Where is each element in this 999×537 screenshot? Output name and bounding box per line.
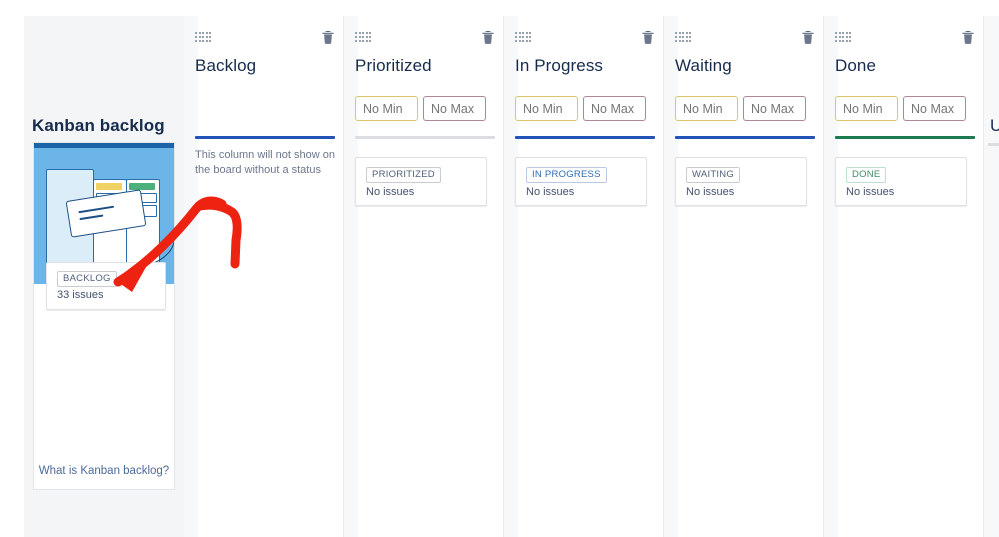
column-toolbar [515,30,655,46]
column-status-bar [515,136,655,139]
wip-limit-row [675,96,815,122]
column-title-partial: U [990,116,999,135]
status-badge: DONE [846,167,887,183]
column-status-bar [195,136,335,139]
board-column-partial[interactable]: U [984,16,999,537]
wip-min-input[interactable] [835,96,898,121]
column-title: Waiting [675,56,732,75]
column-title: In Progress [515,56,604,75]
wip-min-input[interactable] [515,96,578,121]
column-title: Prioritized [355,56,432,75]
backlog-status-card: BACKLOG 33 issues [46,262,166,310]
status-issue-card[interactable]: IN PROGRESS No issues [515,157,647,206]
column-gutter [984,16,999,537]
column-toolbar [835,30,975,46]
what-is-kanban-backlog-link[interactable]: What is Kanban backlog? [34,465,174,477]
board-column-backlog[interactable]: Backlog This column will not show on the… [184,16,344,537]
wip-limit-row [835,96,975,122]
illustration-chip-green [129,183,155,190]
status-issue-card[interactable]: PRIORITIZED No issues [355,157,487,206]
illustration-topbar [34,143,174,148]
issue-count-label: No issues [526,186,575,198]
drag-handle-icon[interactable] [835,32,852,43]
drag-handle-icon[interactable] [515,32,532,43]
issue-count-label: No issues [846,186,895,198]
drag-handle-icon[interactable] [355,32,372,43]
board-columns-container: Backlog This column will not show on the… [184,16,999,537]
wip-min-input[interactable] [675,96,738,121]
wip-max-input[interactable] [583,96,646,121]
column-status-bar [835,136,975,139]
issue-count-label: No issues [686,186,735,198]
status-issue-count: 33 issues [57,289,104,301]
column-status-bar-partial [988,143,999,146]
board-column-done[interactable]: Done DONE No issues [824,16,984,537]
status-issue-card[interactable]: WAITING No issues [675,157,807,206]
status-issue-card[interactable]: DONE No issues [835,157,967,206]
illustration-line [78,205,115,214]
illustration-chip-yellow [96,183,122,190]
board-column-prioritized[interactable]: Prioritized PRIORITIZED No issues [344,16,504,537]
status-badge: IN PROGRESS [526,167,607,183]
status-badge: BACKLOG [57,271,117,287]
trash-icon[interactable] [641,30,655,45]
board-column-in-progress[interactable]: In Progress IN PROGRESS No issues [504,16,664,537]
trash-icon[interactable] [481,30,495,45]
wip-min-input[interactable] [355,96,418,121]
column-toolbar [355,30,495,46]
column-status-bar [675,136,815,139]
status-badge: PRIORITIZED [366,167,441,183]
drag-handle-icon[interactable] [675,32,692,43]
kanban-backlog-promo-card: BACKLOG 33 issues What is Kanban backlog… [33,142,175,490]
sidebar: Kanban backlog BACKLOG 33 issues What is… [24,16,184,537]
drag-handle-icon[interactable] [195,32,212,43]
top-strip [0,0,999,16]
wip-limit-row [355,96,495,122]
column-toolbar [195,30,335,46]
wip-limit-row [515,96,655,122]
trash-icon[interactable] [321,30,335,45]
column-status-bar [355,136,495,139]
column-title: Backlog [195,56,257,75]
trash-icon[interactable] [801,30,815,45]
wip-max-input[interactable] [743,96,806,121]
page-title: Kanban backlog [32,116,165,135]
column-note: This column will not show on the board w… [195,149,336,176]
status-badge: WAITING [686,167,741,183]
column-title: Done [835,56,877,75]
wip-max-input[interactable] [903,96,966,121]
kanban-board-settings-page: Kanban backlog BACKLOG 33 issues What is… [0,0,999,537]
trash-icon[interactable] [961,30,975,45]
wip-max-input[interactable] [423,96,486,121]
illustration-line [79,214,104,221]
board-column-waiting[interactable]: Waiting WAITING No issues [664,16,824,537]
column-toolbar [675,30,815,46]
issue-count-label: No issues [366,186,415,198]
